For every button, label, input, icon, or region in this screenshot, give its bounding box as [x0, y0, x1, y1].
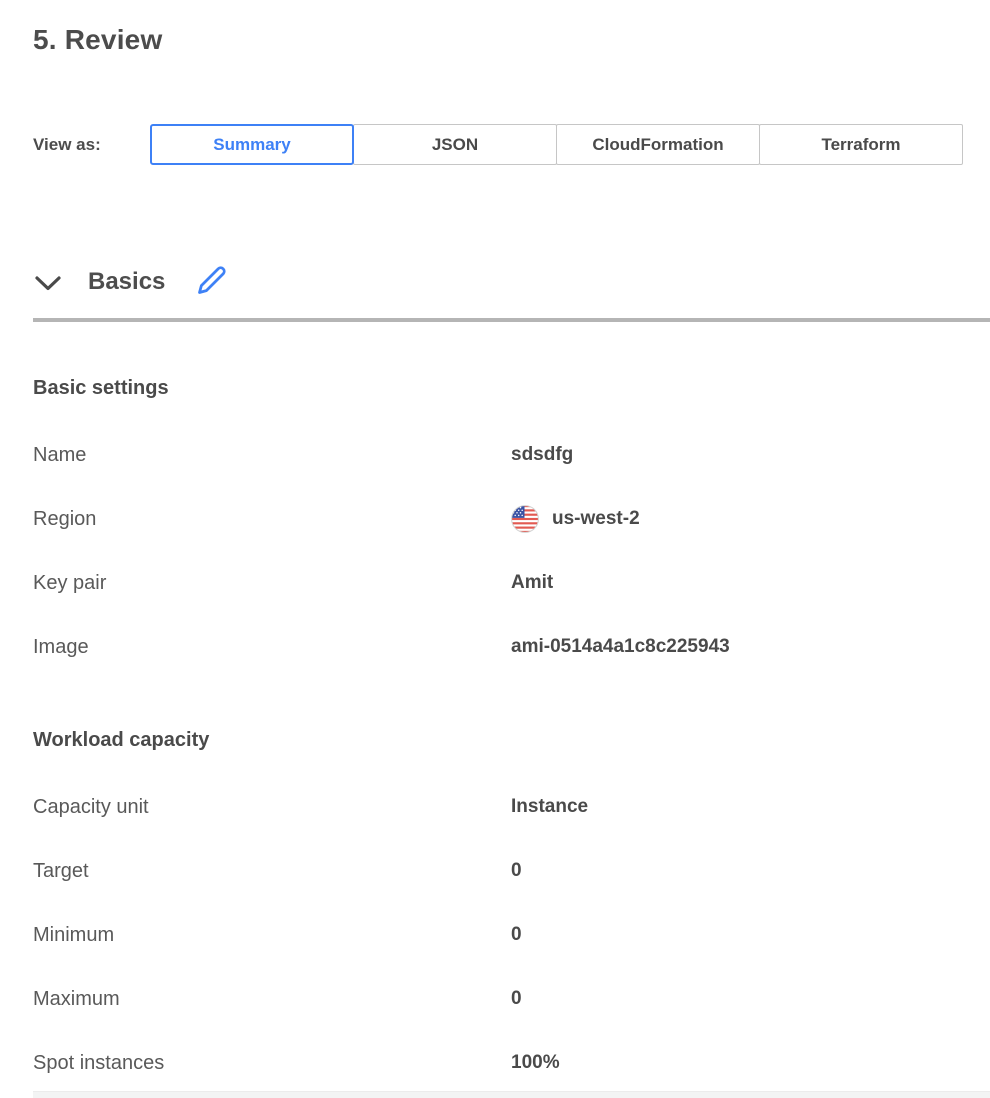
row-capacity-unit: Capacity unit Instance: [33, 775, 990, 839]
row-spot-instances: Spot instances 100%: [33, 1031, 990, 1095]
row-key-pair: Key pair Amit: [33, 551, 990, 615]
basics-section-header: Basics: [0, 264, 990, 304]
pencil-icon: [197, 283, 227, 298]
tab-json[interactable]: JSON: [353, 124, 557, 165]
review-step-page: 5. Review View as: Summary JSON CloudFor…: [0, 0, 990, 1098]
tab-summary[interactable]: Summary: [150, 124, 354, 165]
basics-section-title: Basics: [88, 268, 165, 296]
tab-cloudformation[interactable]: CloudFormation: [556, 124, 760, 165]
row-value: 0: [511, 988, 522, 1010]
row-label: Name: [33, 444, 511, 467]
row-value: 0: [511, 924, 522, 946]
row-label: Maximum: [33, 988, 511, 1011]
row-label: Target: [33, 860, 511, 883]
row-minimum: Minimum 0: [33, 903, 990, 967]
row-region: Region: [33, 487, 990, 551]
chevron-down-icon: [34, 280, 62, 295]
us-flag-icon: [511, 505, 539, 533]
row-label: Minimum: [33, 924, 511, 947]
row-value: 0: [511, 860, 522, 882]
workload-capacity-heading: Workload capacity: [33, 729, 209, 752]
region-value-text: us-west-2: [552, 508, 640, 530]
row-value: us-west-2: [511, 505, 640, 533]
row-target: Target 0: [33, 839, 990, 903]
row-label: Image: [33, 636, 511, 659]
basic-settings-rows: Name sdsdfg Region: [33, 423, 990, 679]
edit-basics-button[interactable]: [196, 265, 228, 297]
view-as-segmented-control: Summary JSON CloudFormation Terraform: [150, 124, 963, 165]
row-value: 100%: [511, 1052, 560, 1074]
row-value: sdsdfg: [511, 444, 573, 466]
row-value: Instance: [511, 796, 588, 818]
workload-capacity-rows: Capacity unit Instance Target 0 Minimum …: [33, 775, 990, 1095]
row-label: Region: [33, 508, 511, 531]
page-title: 5. Review: [33, 24, 162, 56]
collapse-basics-button[interactable]: [33, 274, 63, 296]
row-label: Key pair: [33, 572, 511, 595]
next-section-divider: [33, 1091, 990, 1098]
row-maximum: Maximum 0: [33, 967, 990, 1031]
view-as-label: View as:: [33, 124, 101, 165]
row-value: ami-0514a4a1c8c225943: [511, 636, 730, 658]
row-label: Spot instances: [33, 1052, 511, 1075]
row-label: Capacity unit: [33, 796, 511, 819]
tab-terraform[interactable]: Terraform: [759, 124, 963, 165]
basics-divider: [33, 318, 990, 322]
row-image: Image ami-0514a4a1c8c225943: [33, 615, 990, 679]
basic-settings-heading: Basic settings: [33, 377, 169, 400]
row-name: Name sdsdfg: [33, 423, 990, 487]
row-value: Amit: [511, 572, 553, 594]
